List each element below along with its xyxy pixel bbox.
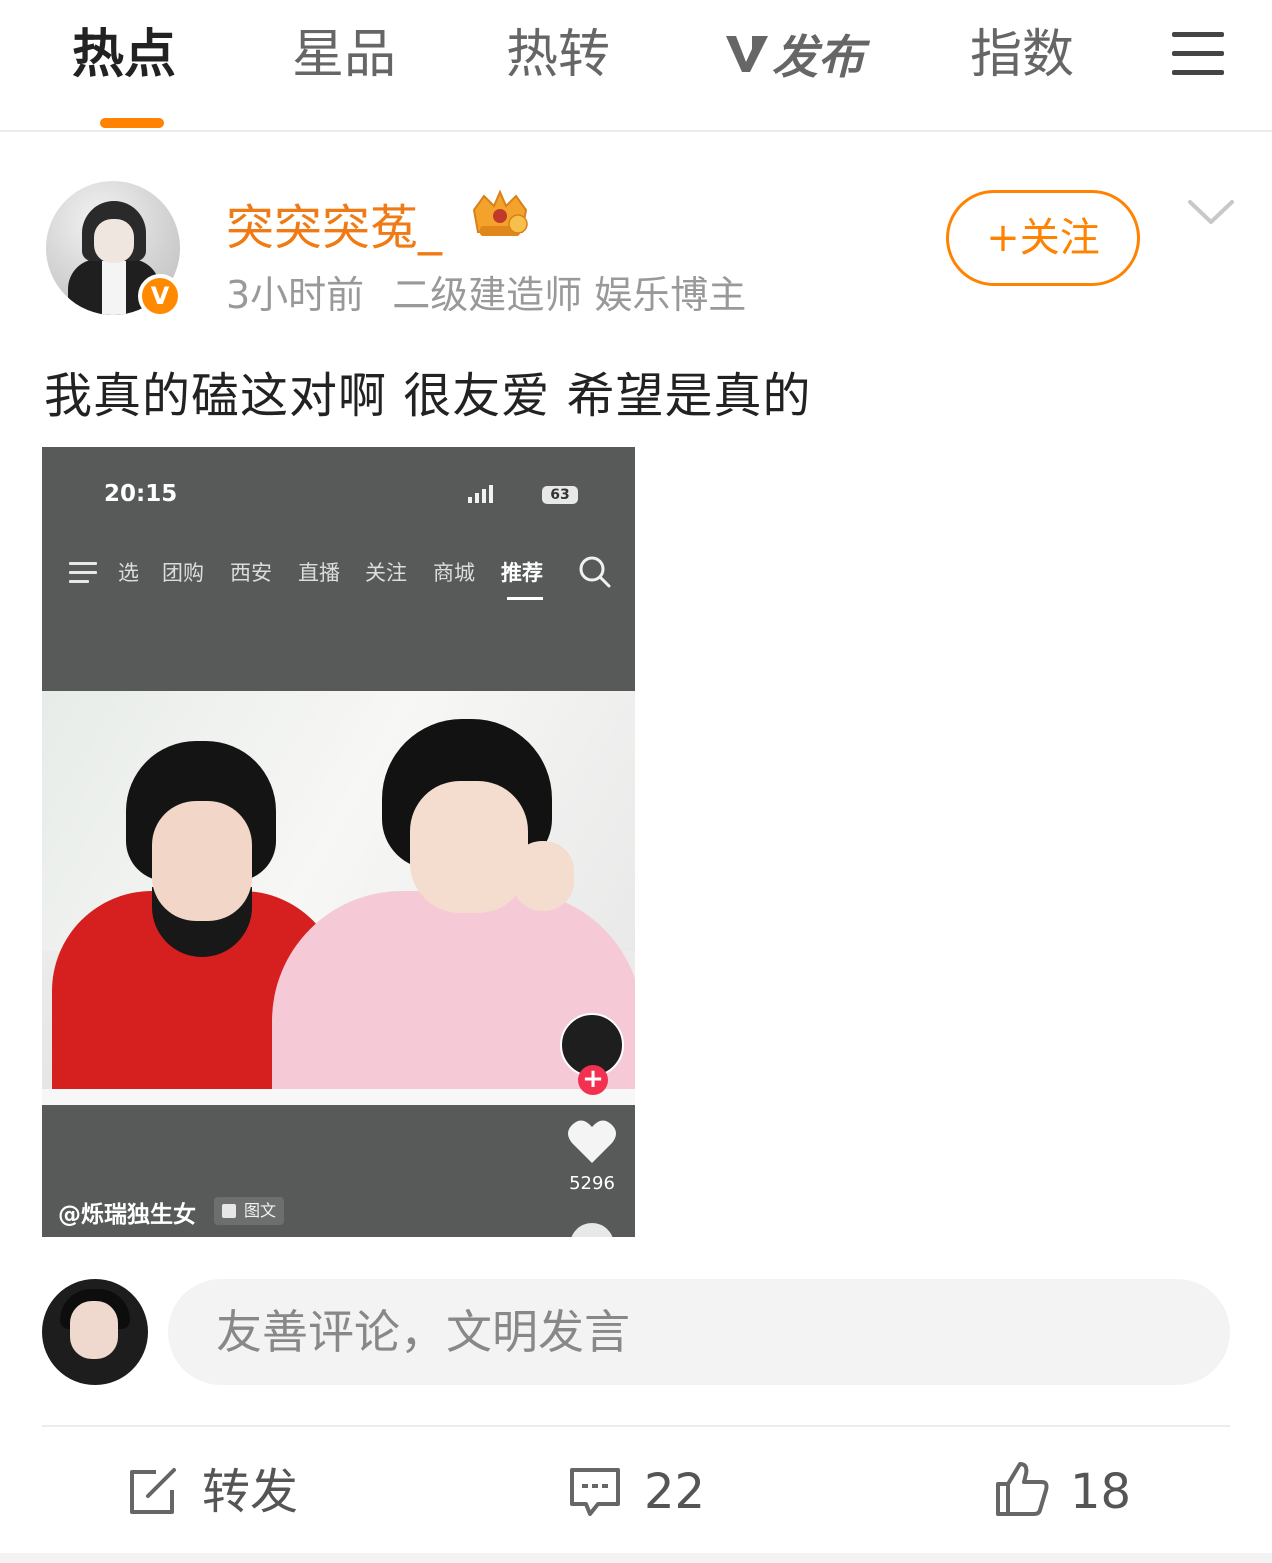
screenshot-tab: 西安 — [230, 561, 272, 585]
chevron-down-icon[interactable] — [1186, 196, 1236, 228]
tab-index[interactable]: 指数 — [970, 20, 1074, 90]
tab-hot-reposts[interactable]: 热转 — [506, 20, 610, 90]
thumbs-up-icon — [996, 1462, 1049, 1516]
tab-publish[interactable]: 发布 — [772, 22, 864, 92]
post-image[interactable]: 20:15 63 选 团购 西安 直播 关注 商城 推荐 + 5296 @烁瑞独… — [42, 447, 635, 1237]
top-nav: 热点 星品 热转 发布 指数 — [0, 0, 1272, 132]
like-button[interactable]: 18 — [994, 1462, 1144, 1522]
v-logo-icon[interactable] — [722, 28, 772, 80]
screenshot-tag: 图文 — [214, 1197, 285, 1225]
comment-button[interactable]: 22 — [568, 1462, 728, 1522]
screenshot-tab-underline — [507, 597, 543, 600]
plus-icon: + — [578, 1065, 608, 1095]
repost-icon — [130, 1468, 176, 1514]
comment-count: 22 — [644, 1464, 706, 1520]
screenshot-like-count: 5296 — [569, 1173, 615, 1194]
comment-icon — [570, 1468, 620, 1516]
active-tab-indicator — [100, 118, 164, 128]
heart-icon — [568, 1120, 616, 1163]
screenshot-author: @烁瑞独生女 — [58, 1202, 196, 1228]
author-name[interactable]: 突突突菟_ — [226, 188, 442, 258]
crown-badge-icon — [472, 189, 528, 236]
post-time: 3小时前 — [226, 273, 365, 317]
bottom-strip — [0, 1553, 1272, 1563]
screenshot-tab: 商城 — [433, 561, 475, 585]
tab-star-products[interactable]: 星品 — [292, 20, 396, 90]
repost-button[interactable]: 转发 — [126, 1462, 326, 1522]
post-meta: 3小时前 二级建造师 娱乐博主 — [226, 264, 746, 319]
verified-badge-icon: V — [138, 274, 182, 318]
screenshot-search-icon — [579, 556, 611, 588]
menu-icon[interactable] — [1172, 32, 1224, 75]
screenshot-tab: 选 — [118, 561, 139, 585]
post-source: 二级建造师 娱乐博主 — [392, 273, 747, 317]
divider — [42, 1425, 1230, 1427]
screenshot-tab: 直播 — [298, 561, 340, 585]
screenshot-tab: 关注 — [365, 561, 407, 585]
screenshot-tab-active: 推荐 — [501, 561, 543, 585]
battery-icon: 63 — [542, 486, 578, 504]
screenshot-menu-icon — [69, 562, 97, 584]
screenshot-next-icon — [570, 1223, 614, 1237]
post-text: 我真的磕这对啊 很友爱 希望是真的 — [44, 368, 812, 424]
follow-button[interactable]: +关注 — [946, 190, 1140, 286]
repost-label: 转发 — [202, 1464, 299, 1520]
my-avatar[interactable] — [42, 1279, 148, 1385]
like-count: 18 — [1070, 1464, 1132, 1520]
tab-hot[interactable]: 热点 — [72, 20, 176, 90]
status-time: 20:15 — [104, 481, 178, 507]
screenshot-tab: 团购 — [162, 561, 204, 585]
screenshot-photo — [42, 691, 635, 1105]
comment-input[interactable]: 友善评论，文明发言 — [168, 1279, 1230, 1385]
